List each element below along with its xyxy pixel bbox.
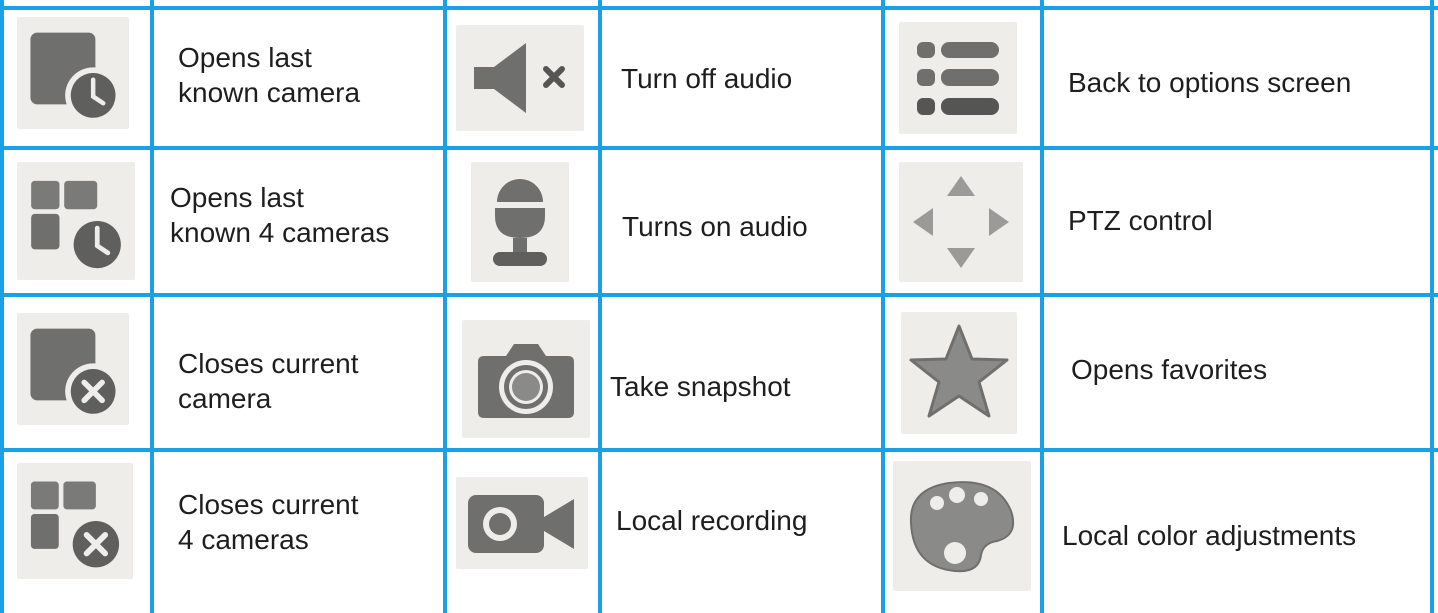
last-camera-clock-icon[interactable] (17, 17, 129, 129)
close-four-cameras-icon[interactable] (17, 463, 133, 579)
palette-icon[interactable] (893, 461, 1031, 591)
cell-label: Opens last known 4 cameras (170, 182, 390, 248)
cell-label: Turns on audio (622, 211, 808, 242)
cell-label: Closes current camera (178, 348, 359, 414)
cell-label: Back to options screen (1068, 67, 1352, 98)
grid-line (1430, 0, 1434, 613)
video-camera-icon[interactable] (456, 477, 588, 569)
grid-line (0, 0, 4, 613)
grid-line (0, 146, 1438, 150)
grid-line (0, 293, 1438, 297)
cell-label: Local recording (616, 505, 808, 536)
star-icon[interactable] (901, 312, 1017, 434)
grid-line (0, 448, 1438, 452)
grid-line (1040, 0, 1044, 613)
options-list-icon[interactable] (899, 22, 1017, 134)
microphone-icon[interactable] (471, 162, 569, 282)
grid-line (881, 0, 885, 613)
cell-label: Take snapshot (610, 371, 791, 402)
cell-label: Opens favorites (1071, 354, 1268, 385)
cell-label: PTZ control (1068, 205, 1213, 236)
grid-line (443, 0, 447, 613)
cell-label: Turn off audio (621, 63, 793, 94)
grid-line (598, 0, 602, 613)
cell-label: Opens last known camera (178, 42, 361, 108)
four-cameras-clock-icon[interactable] (17, 162, 135, 280)
cell-label: Local color adjustments (1062, 520, 1357, 551)
grid-line (0, 6, 1438, 10)
camera-icon[interactable] (462, 320, 590, 438)
grid-line (150, 0, 154, 613)
ptz-arrows-icon[interactable] (899, 162, 1023, 282)
close-camera-icon[interactable] (17, 313, 129, 425)
cell-label: Closes current 4 cameras (178, 489, 359, 555)
speaker-mute-icon[interactable] (456, 25, 584, 131)
